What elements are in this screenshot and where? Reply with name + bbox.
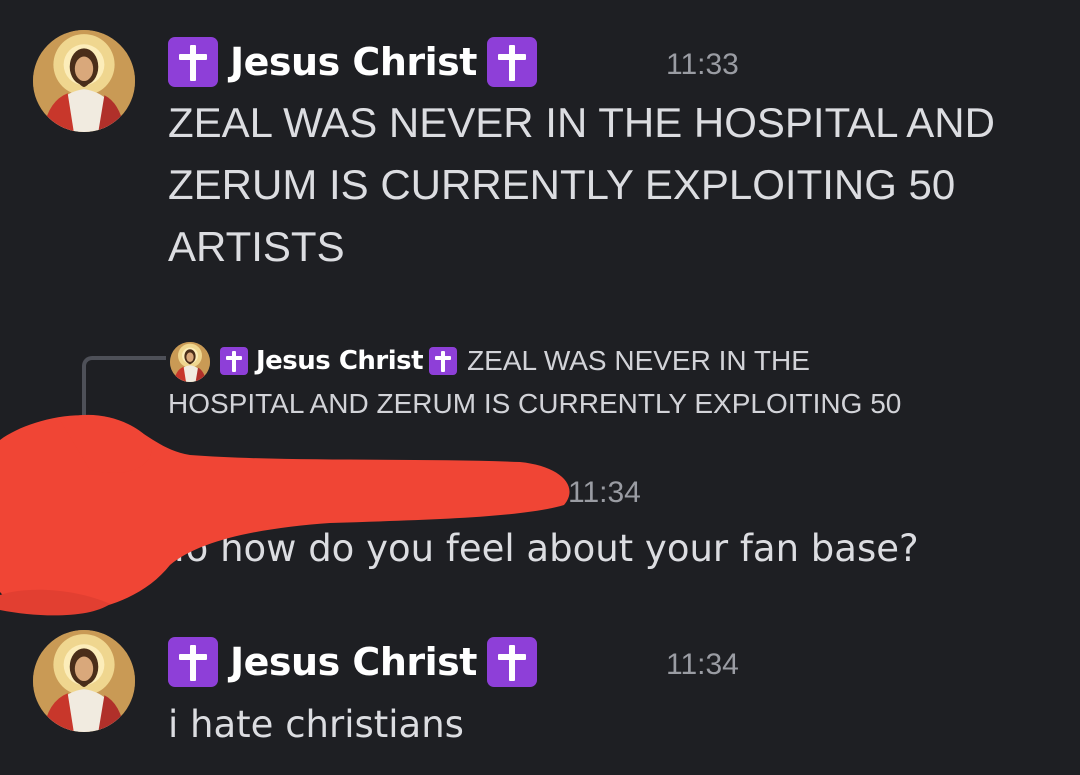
reply-author-name[interactable]: Jesus Christ: [256, 346, 424, 376]
latin-cross-icon: [220, 347, 248, 375]
message-content: Yo how do you feel about your fan base?: [168, 527, 919, 570]
reply-author-avatar[interactable]: [170, 342, 210, 382]
message-content: ZEAL WAS NEVER IN THE HOSPITAL AND ZERUM…: [168, 92, 1048, 278]
message-content-line: ZEAL WAS NEVER IN THE HOSPITAL AND: [168, 99, 995, 146]
jesus-portrait-avatar-icon: [33, 30, 135, 132]
latin-cross-icon: [486, 637, 537, 687]
message-content-line: ZERUM IS CURRENTLY EXPLOITING 50: [168, 161, 956, 208]
message-header: Jesus Christ: [168, 34, 537, 90]
author-name[interactable]: Jesus Christ: [230, 40, 477, 84]
author-avatar[interactable]: [33, 630, 135, 732]
message-content-line: ARTISTS: [168, 223, 345, 270]
message-timestamp[interactable]: 11:34: [666, 648, 739, 682]
latin-cross-icon: [429, 347, 458, 375]
reply-connector: [82, 356, 166, 420]
message-timestamp[interactable]: 11:33: [666, 48, 739, 82]
reply-preview[interactable]: Jesus Christ ZEAL WAS NEVER IN THE: [220, 340, 810, 382]
jesus-portrait-avatar-icon: [33, 630, 135, 732]
latin-cross-icon: [168, 637, 218, 687]
author-avatar[interactable]: [33, 30, 135, 132]
latin-cross-icon: [168, 37, 218, 87]
message-timestamp[interactable]: 11:34: [568, 476, 641, 510]
message-header: Jesus Christ: [168, 634, 537, 690]
reply-preview-text-continued: HOSPITAL AND ZERUM IS CURRENTLY EXPLOITI…: [168, 388, 902, 419]
jesus-portrait-avatar-icon: [170, 342, 210, 382]
reply-preview-text: ZEAL WAS NEVER IN THE: [467, 345, 810, 376]
latin-cross-icon: [486, 37, 537, 87]
message-content: i hate christians: [168, 703, 464, 746]
author-name[interactable]: Jesus Christ: [230, 640, 477, 684]
